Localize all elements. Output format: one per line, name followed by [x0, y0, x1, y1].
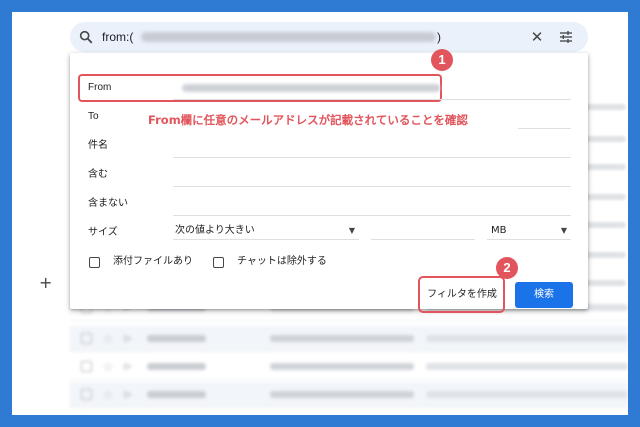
doesnt-have-label: 含まない [88, 198, 128, 209]
redacted-email-address [141, 32, 436, 42]
size-unit-value: MB [491, 225, 507, 236]
clear-search-icon[interactable]: ✕ [528, 28, 546, 46]
from-label: From [88, 82, 112, 93]
doesnt-have-field[interactable] [173, 215, 571, 216]
compose-plus-icon[interactable]: + [39, 275, 53, 291]
size-value-input[interactable] [371, 222, 475, 240]
exclude-chats-checkbox[interactable] [213, 257, 224, 268]
search-query-suffix[interactable]: ) [437, 29, 441, 45]
create-filter-button[interactable]: フィルタを作成 [425, 283, 499, 307]
gmail-window: ☆⊳ ☆⊳ ☆⊳ ☆⊳ ☆⊳ + from:( ) ✕ [12, 12, 628, 415]
to-field[interactable] [518, 128, 571, 129]
subject-label: 件名 [88, 140, 108, 151]
subject-field[interactable] [173, 157, 571, 158]
dropdown-arrow-icon: ▼ [560, 226, 567, 235]
step1-badge: 1 [431, 49, 453, 71]
search-options-icon[interactable] [558, 29, 574, 45]
exclude-chats-label: チャットは除外する [237, 256, 327, 267]
message-row[interactable]: ☆⊳ [70, 410, 628, 415]
from-field-value[interactable] [182, 84, 440, 92]
search-bar[interactable]: from:( ) ✕ [70, 22, 588, 52]
to-label: To [88, 111, 99, 122]
has-attachment-label: 添付ファイルあり [113, 256, 193, 267]
size-unit-select[interactable]: MB ▼ [487, 222, 571, 240]
step1-annotation-text: From欄に任意のメールアドレスが記載されていることを確認 [148, 113, 468, 127]
message-row[interactable]: ☆⊳ [70, 326, 628, 352]
has-words-field[interactable] [173, 186, 571, 187]
step2-badge: 2 [496, 257, 518, 279]
advanced-search-dialog: 1 From From欄に任意のメールアドレスが記載されていることを確認 To … [70, 49, 588, 313]
size-operator-value: 次の値より大きい [175, 225, 255, 236]
dropdown-arrow-icon: ▼ [348, 226, 355, 235]
search-icon[interactable] [78, 29, 94, 45]
size-label: サイズ [88, 227, 118, 238]
message-row[interactable]: ☆⊳ [70, 354, 628, 380]
search-query-prefix[interactable]: from:( [102, 29, 133, 45]
has-words-label: 含む [88, 169, 108, 180]
search-button[interactable]: 検索 [515, 282, 573, 308]
has-attachment-checkbox[interactable] [89, 257, 100, 268]
size-operator-select[interactable]: 次の値より大きい ▼ [173, 222, 359, 240]
message-row[interactable]: ☆⊳ [70, 382, 628, 408]
from-field[interactable] [173, 99, 571, 100]
